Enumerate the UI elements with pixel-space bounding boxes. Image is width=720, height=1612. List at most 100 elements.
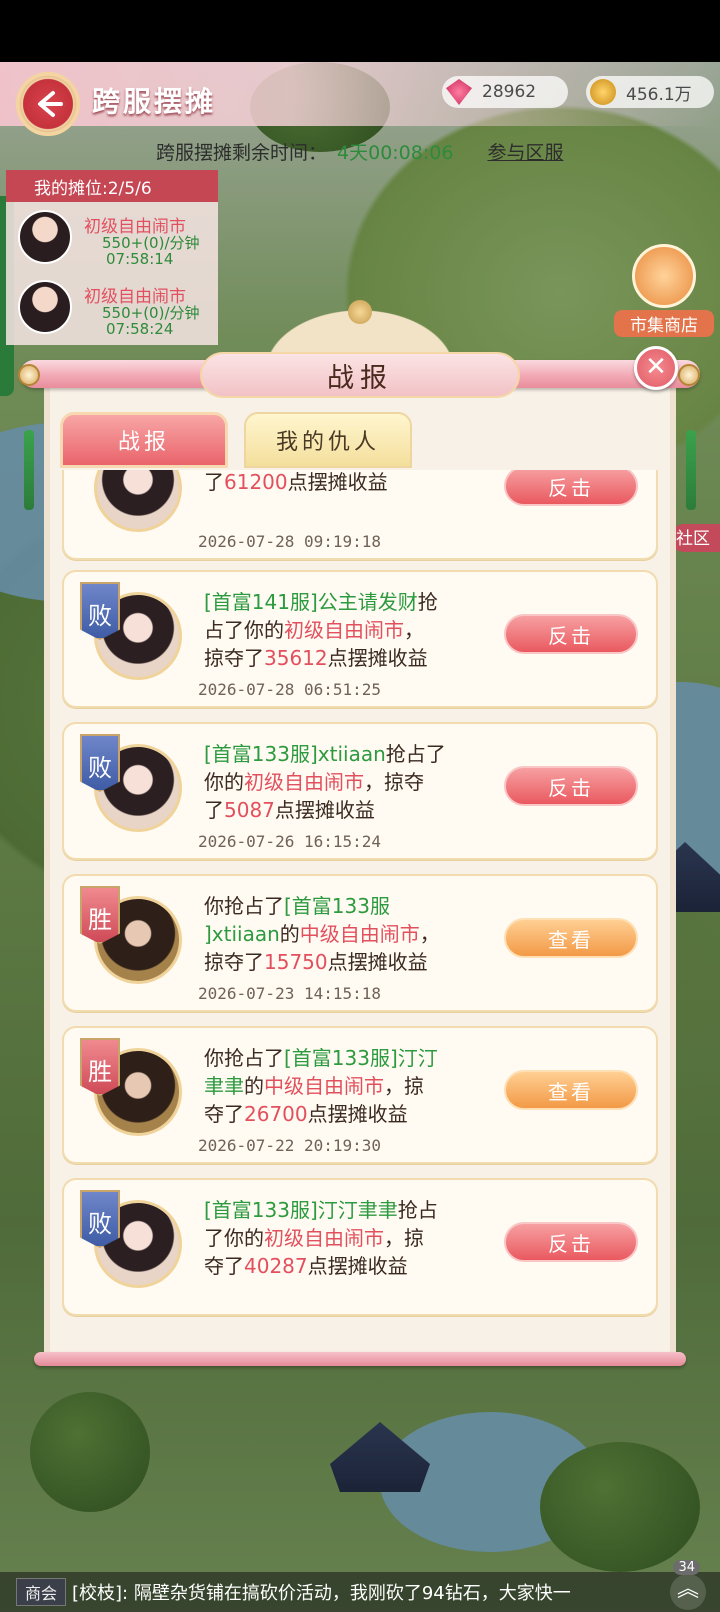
report-message-line: 你的初级自由闹市，掠夺 [204,768,474,796]
report-text-segment: 15750 [264,950,328,974]
report-text-segment: 掠夺了 [204,646,264,670]
report-text-segment: 初级自由闹市 [284,618,404,642]
report-timestamp: 2026-07-23 14:15:18 [198,984,382,1003]
money-currency[interactable]: 456.1万 [586,76,714,108]
report-text-segment: 掠夺了 [204,950,264,974]
report-text-segment: 35612 [264,646,328,670]
gem-amount: 28962 [482,82,537,102]
report-message-line: 掠夺了15750点摆摊收益 [204,948,474,976]
avatar[interactable] [94,470,182,532]
money-amount: 456.1万 [626,84,692,105]
modal-title-bar: 战报 [200,352,520,398]
participating-servers-link[interactable]: 参与区服 [487,138,563,165]
gem-currency[interactable]: 28962 [442,76,568,108]
report-text-segment: 点摆摊收益 [274,798,375,822]
gem-icon [446,79,472,105]
report-message-line: 聿聿的中级自由闹市，掠 [204,1072,474,1100]
report-timestamp: 2026-07-28 09:19:18 [198,532,382,551]
my-stalls-title[interactable]: 我的摊位:2/5/6 [6,170,218,202]
report-text-segment: 点摆摊收益 [307,1102,408,1126]
report-message-line: 了5087点摆摊收益 [204,796,474,824]
view-button[interactable]: 查看 [504,1070,638,1110]
battle-report-card: 败 [首富141服]公主请发财抢 占了你的初级自由闹市， 掠夺了35612点摆摊收益 2… [62,570,658,708]
report-text-segment: 抢 [417,590,438,614]
battle-report-card: 胜 你抢占了[首富133服]汀汀 聿聿的中级自由闹市，掠 夺了26700点摆摊收益 20… [62,1026,658,1164]
counterattack-button[interactable]: 反击 [504,470,638,506]
report-message-line: 占了你的初级自由闹市， [204,616,474,644]
tab-my-enemies[interactable]: 我的仇人 [244,412,412,468]
report-message-line: 了61200点摆摊收益 [204,470,474,496]
back-arrow-icon [38,91,63,117]
report-text-segment: 你抢占了 [204,1046,284,1070]
shop-icon [632,244,696,308]
report-text-segment: ， [404,618,424,642]
counterattack-button[interactable]: 反击 [504,766,638,806]
stall-item[interactable]: 初级自由闹市 550+(0)/分钟 07:58:24 [14,280,214,350]
unread-badge: 34 [673,1560,700,1575]
report-message-line: [首富133服]xtiiaan抢占了 [204,740,474,768]
rod-end-ornament [678,364,700,386]
report-text-segment: 点摆摊收益 [307,1254,408,1278]
report-text-segment: 中级自由闹市 [299,922,420,946]
battle-report-list[interactable]: 你的中级自由闹市，掠夺了61200点摆摊收益2026-07-28 09:19:1… [60,470,660,1322]
report-text-segment: 夺了 [204,1254,244,1278]
battle-report-card: 败 [首富133服]汀汀聿聿抢占 了你的初级自由闹市，掠 夺了40287点摆摊收益 反击 [62,1178,658,1316]
report-text-segment: 40287 [244,1254,308,1278]
coin-bag-icon [590,79,616,105]
report-text-segment: 抢占 [397,1198,438,1222]
result-badge: 败 [80,582,120,640]
close-icon: ✕ [645,352,667,382]
report-message-line: 你抢占了[首富133服]汀汀 [204,1044,474,1072]
rod-end-ornament [18,364,40,386]
battle-report-card: 你的中级自由闹市，掠夺了61200点摆摊收益2026-07-28 09:19:1… [62,470,658,560]
counterattack-button[interactable]: 反击 [504,1222,638,1262]
report-text-segment: 26700 [244,1102,308,1126]
report-text-segment: ，掠 [384,1226,424,1250]
tab-battle-report[interactable]: 战报 [60,412,228,468]
close-button[interactable]: ✕ [634,346,678,390]
community-button[interactable]: 社区 [670,524,720,552]
report-text-segment: 抢占了 [385,742,446,766]
report-message-line: 了你的初级自由闹市，掠 [204,1224,474,1252]
report-text-segment: [首富133服 [284,894,390,918]
result-badge: 败 [80,734,120,792]
report-text-segment: [首富133服]xtiiaan [204,742,386,766]
report-message-line: 夺了40287点摆摊收益 [204,1252,474,1280]
report-message-line: 夺了26700点摆摊收益 [204,1100,474,1128]
remaining-time-bar: 跨服摆摊剩余时间： 4天00:08:06 参与区服 [156,134,656,168]
report-timestamp: 2026-07-26 16:15:24 [198,832,382,851]
battle-report-card: 败 [首富133服]xtiiaan抢占了 你的初级自由闹市，掠夺 了5087点摆摊收益… [62,722,658,860]
timer-value: 4天00:08:06 [337,141,454,164]
report-timestamp: 2026-07-28 06:51:25 [198,680,382,699]
report-text-segment: 中级自由闹市 [264,1074,384,1098]
back-button[interactable] [16,72,80,136]
report-message-line: ]xtiiaan的中级自由闹市， [204,920,474,948]
report-text-segment: ， [419,922,440,946]
report-text-segment: [首富141服]公主请发财 [204,590,418,614]
stall-item[interactable]: 初级自由闹市 550+(0)/分钟 07:58:14 [14,210,214,280]
report-text-segment: ]xtiiaan [204,922,280,946]
result-badge: 胜 [80,1038,120,1096]
report-text-segment: 点摆摊收益 [327,950,428,974]
report-text-segment: 夺了 [204,1102,244,1126]
report-text-segment: 初级自由闹市 [244,770,364,794]
my-stalls-panel: 我的摊位:2/5/6 初级自由闹市 550+(0)/分钟 07:58:14 初级… [6,170,218,345]
report-text-segment: [首富133服]汀汀 [284,1046,438,1070]
report-text-segment: ，掠 [384,1074,424,1098]
report-text-segment: 了 [204,798,224,822]
market-shop-label: 市集商店 [614,310,714,337]
battle-report-card: 胜你抢占了[首富133服]xtiiaan的中级自由闹市， 掠夺了15750点摆摊收… [62,874,658,1012]
counterattack-button[interactable]: 反击 [504,614,638,654]
report-text-segment: 你抢占了 [204,894,284,918]
chat-channel-tag[interactable]: 商会 [16,1578,67,1606]
scroll-rod-bottom [34,1352,686,1366]
report-message-line: [首富133服]汀汀聿聿抢占 [204,1196,474,1224]
market-shop-button[interactable]: 市集商店 [614,244,714,337]
report-text-segment: 初级自由闹市 [264,1226,384,1250]
report-message-line: [首富141服]公主请发财抢 [204,588,474,616]
chat-message: [校枝]: 隔壁杂货铺在搞砍价活动，我刚砍了94钻石，大家快一 [72,1583,571,1604]
view-button[interactable]: 查看 [504,918,638,958]
expand-chevron-icon[interactable]: ︽ [670,1574,706,1610]
report-message-line: 你抢占了[首富133服 [204,892,474,920]
chat-bar[interactable]: 商会 [校枝]: 隔壁杂货铺在搞砍价活动，我刚砍了94钻石，大家快一 ︽ 34 [0,1560,720,1612]
